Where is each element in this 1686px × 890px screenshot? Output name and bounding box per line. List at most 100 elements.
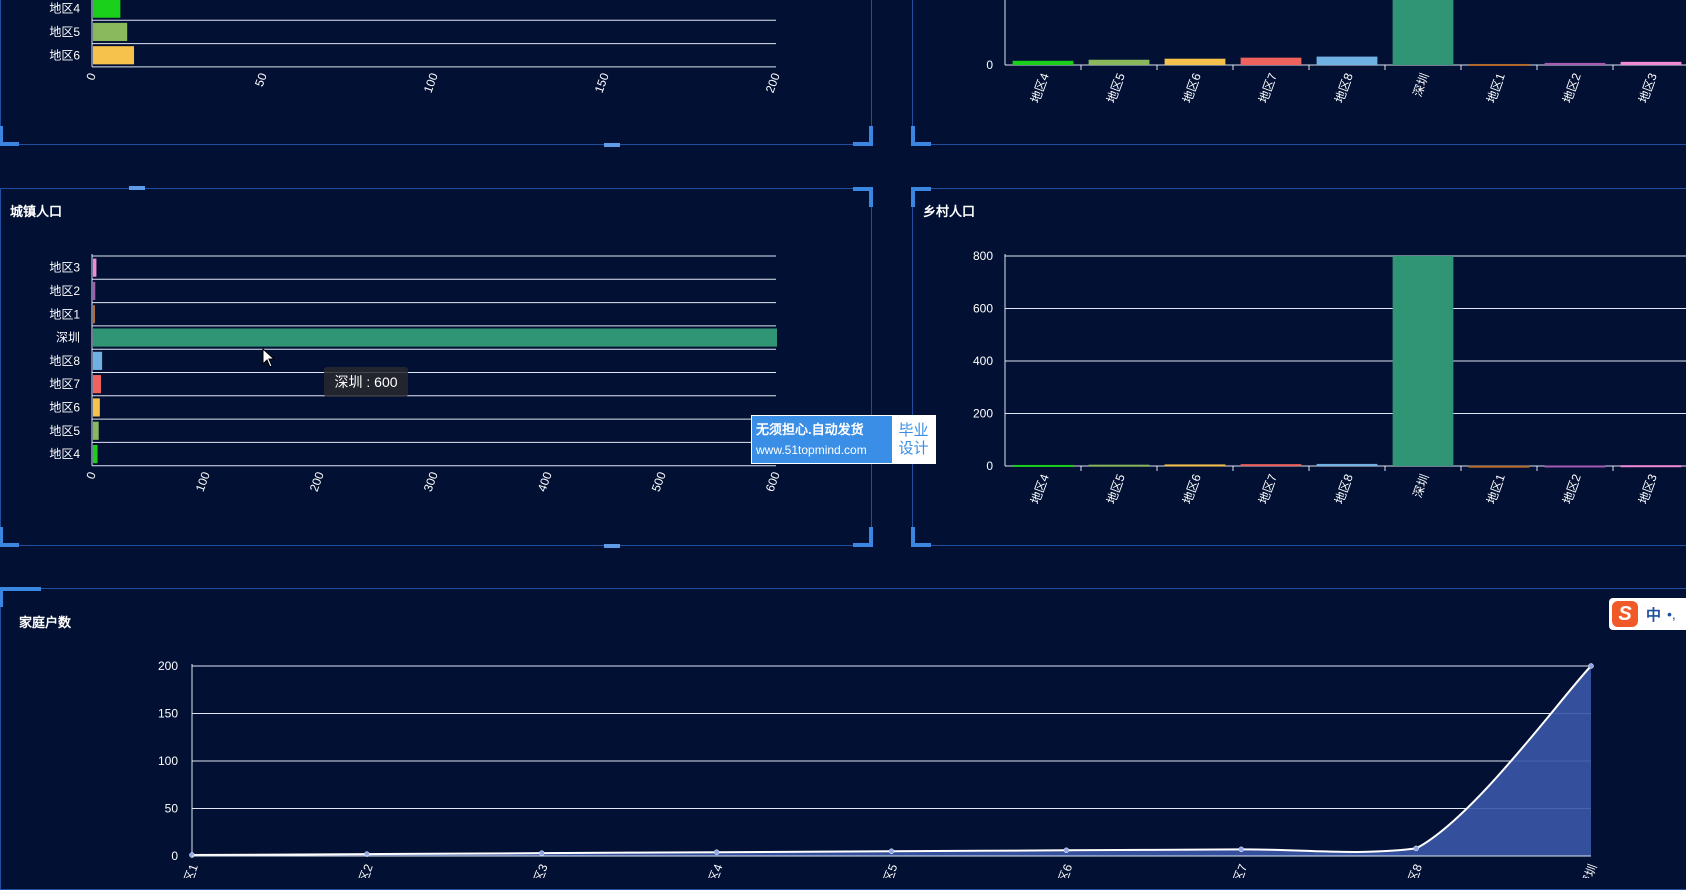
- bar: [1392, 256, 1454, 466]
- category-label: 区5: [881, 862, 901, 878]
- category-label: 地区7: [1256, 71, 1280, 105]
- data-point: [888, 848, 895, 854]
- panel-corner: [0, 527, 19, 547]
- category-label: 地区3: [49, 261, 80, 275]
- bar: [1088, 464, 1150, 467]
- category-label: 地区5: [1104, 472, 1128, 506]
- data-point: [1413, 845, 1419, 852]
- bar: [93, 258, 97, 277]
- category-label: 地区3: [1636, 472, 1660, 506]
- category-label: 区6: [1056, 862, 1076, 878]
- bar: [1544, 465, 1606, 468]
- households-chart: 0 50 100 150 200 区1 区2 区3 区4 区5 区6 区7 区8 深圳: [158, 659, 1600, 878]
- category-label: 区2: [356, 862, 376, 878]
- tick-label: 400: [535, 470, 555, 494]
- bar: [93, 46, 135, 65]
- tick-label: 150: [592, 71, 612, 95]
- tick-label: 600: [973, 302, 993, 316]
- bar: [93, 305, 95, 324]
- panel-corner: [0, 587, 41, 607]
- category-label: 地区4: [1028, 71, 1052, 105]
- category-label: 地区1: [49, 307, 80, 321]
- ime-toolbar[interactable]: S 中 •,: [1609, 598, 1686, 630]
- panel-edge-mark: [604, 143, 620, 147]
- category-label: 地区5: [49, 424, 80, 438]
- tick-label: 0: [83, 71, 99, 82]
- panel-title: 城镇人口: [10, 204, 63, 219]
- panel-title: 家庭户数: [19, 615, 72, 630]
- category-label: 地区2: [49, 284, 80, 298]
- panel-corner: [911, 126, 931, 146]
- bar: [1392, 0, 1454, 65]
- panel-corner: [911, 527, 931, 547]
- category-label: 地区2: [1560, 71, 1584, 105]
- tick-label: 200: [158, 659, 178, 673]
- tick-label: 100: [193, 470, 213, 494]
- tick-label: 200: [763, 71, 783, 95]
- tick-label: 100: [158, 754, 178, 768]
- bar: [1012, 464, 1074, 467]
- data-point: [539, 850, 545, 856]
- bar: [1620, 465, 1682, 468]
- bar: [1468, 63, 1530, 66]
- category-label: 区3: [531, 862, 551, 878]
- category-label: 地区4: [49, 447, 80, 461]
- data-point: [1238, 846, 1244, 853]
- panel-title: 乡村人口: [923, 204, 976, 219]
- tick-label: 200: [307, 470, 327, 494]
- tick-label: 150: [158, 707, 178, 721]
- category-label: 区8: [1405, 862, 1425, 878]
- tick-label: 300: [421, 470, 441, 494]
- tick-label: 50: [165, 802, 179, 816]
- category-label: 地区6: [49, 400, 80, 414]
- watermark-badge-line1: 毕业: [898, 421, 929, 439]
- bar: [93, 281, 96, 301]
- category-label: 地区4: [1028, 472, 1052, 506]
- category-label: 地区3: [1636, 71, 1660, 105]
- chart-tooltip: 深圳 : 600: [324, 367, 408, 397]
- category-label: 地区6: [1180, 71, 1204, 105]
- category-label: 地区8: [1332, 472, 1356, 506]
- category-label: 地区6: [49, 48, 80, 62]
- bar: [1240, 464, 1302, 467]
- tick-label: 0: [83, 470, 99, 481]
- mouse-cursor-icon: [262, 347, 276, 373]
- category-label: 地区5: [49, 25, 80, 39]
- ime-punctuation-toggle[interactable]: •,: [1667, 606, 1676, 622]
- category-label: 地区4: [49, 2, 80, 16]
- tick-label: 500: [649, 470, 669, 494]
- category-label: 地区1: [1484, 71, 1508, 105]
- sogou-logo-icon[interactable]: S: [1612, 601, 1638, 627]
- bar: [1468, 465, 1530, 468]
- panel-corner: [853, 126, 873, 146]
- watermark-url: www.51topmind.com: [756, 442, 867, 457]
- tick-label: 100: [421, 71, 441, 95]
- category-label: 深圳: [1578, 862, 1599, 878]
- category-label: 深圳: [1410, 472, 1431, 499]
- bar: [93, 421, 99, 440]
- watermark-banner[interactable]: 无须担心.自动发货 www.51topmind.com 毕业 设计: [751, 415, 936, 464]
- category-label: 地区8: [1332, 71, 1356, 105]
- panel-corner: [853, 187, 873, 207]
- bar: [93, 22, 128, 42]
- category-label: 地区7: [1256, 472, 1280, 506]
- bar: [1620, 61, 1682, 65]
- category-label: 地区8: [49, 354, 80, 368]
- category-label: 区4: [706, 862, 726, 878]
- tick-label: 50: [252, 71, 270, 89]
- category-label: 深圳: [56, 331, 80, 345]
- bar: [1544, 62, 1606, 65]
- tick-label: 0: [986, 58, 993, 72]
- bar: [1012, 60, 1074, 65]
- category-label: 区7: [1231, 862, 1251, 878]
- category-label: 地区2: [1560, 472, 1584, 506]
- bar: [93, 375, 101, 394]
- bar: [1316, 56, 1378, 65]
- tick-label: 200: [973, 407, 993, 421]
- ime-mode-toggle[interactable]: 中: [1646, 604, 1661, 625]
- bar: [93, 351, 103, 370]
- watermark-badge: 毕业 设计: [892, 416, 935, 463]
- watermark-text: 无须担心.自动发货 www.51topmind.com: [752, 416, 892, 463]
- tick-label: 0: [986, 459, 993, 473]
- data-point: [189, 852, 195, 858]
